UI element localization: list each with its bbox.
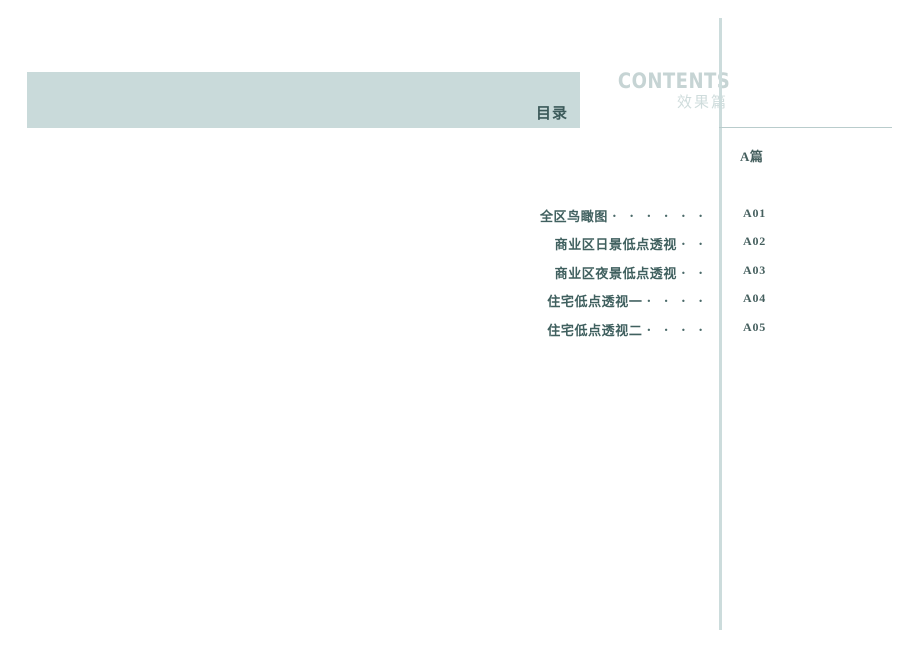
toc-leader-dots: • • bbox=[681, 240, 708, 250]
toc-entry[interactable]: 商业区日景低点透视 • • A02 bbox=[0, 234, 920, 262]
toc-entry[interactable]: 住宅低点透视二 • • • • A05 bbox=[0, 320, 920, 348]
toc-entry-title: 商业区夜景低点透视 bbox=[554, 265, 678, 281]
toc-entry-title-wrap: 住宅低点透视一 • • • • bbox=[403, 291, 708, 311]
toc-entry-code: A04 bbox=[743, 291, 767, 306]
toc-entry-code: A01 bbox=[743, 206, 767, 220]
contents-subtitle-cn: 效果篇 bbox=[676, 95, 728, 112]
toc-entry-title: 商业区日景低点透视 bbox=[554, 237, 678, 253]
section-heading: A篇 bbox=[740, 149, 764, 164]
horizontal-divider bbox=[719, 127, 892, 128]
page-title-cn: 目录 bbox=[535, 106, 568, 122]
toc-entry-code: A05 bbox=[743, 319, 767, 334]
contents-title-block: CONTENTS 效果篇 bbox=[600, 69, 731, 112]
toc-list: 全区鸟瞰图 • • • • • • A01 商业区日景低点透视 • • A02 商业… bbox=[0, 206, 920, 348]
toc-entry-title-wrap: 住宅低点透视二 • • • • bbox=[403, 320, 708, 340]
contents-title-en: CONTENTS bbox=[617, 69, 731, 93]
header-band: 目录 bbox=[27, 72, 580, 128]
toc-entry-title: 全区鸟瞰图 bbox=[539, 209, 608, 224]
toc-entry-title: 住宅低点透视一 bbox=[547, 294, 643, 310]
toc-leader-dots: • • • • bbox=[646, 297, 708, 307]
toc-entry-title-wrap: 全区鸟瞰图 • • • • • • bbox=[403, 206, 708, 226]
toc-leader-dots: • • • • • • bbox=[611, 212, 708, 221]
toc-entry[interactable]: 商业区夜景低点透视 • • A03 bbox=[0, 263, 920, 291]
contents-page: 目录 CONTENTS 效果篇 A篇 全区鸟瞰图 • • • • • • A01 … bbox=[0, 0, 920, 652]
toc-leader-dots: • • bbox=[681, 268, 708, 278]
toc-entry-title-wrap: 商业区夜景低点透视 • • bbox=[403, 263, 708, 283]
toc-entry-code: A03 bbox=[743, 262, 767, 277]
toc-leader-dots: • • • • bbox=[646, 325, 708, 335]
toc-entry-code: A02 bbox=[743, 234, 767, 249]
toc-entry-title: 住宅低点透视二 bbox=[547, 322, 643, 338]
toc-entry[interactable]: 全区鸟瞰图 • • • • • • A01 bbox=[0, 206, 920, 234]
toc-entry-title-wrap: 商业区日景低点透视 • • bbox=[403, 234, 708, 254]
toc-entry[interactable]: 住宅低点透视一 • • • • A04 bbox=[0, 291, 920, 319]
